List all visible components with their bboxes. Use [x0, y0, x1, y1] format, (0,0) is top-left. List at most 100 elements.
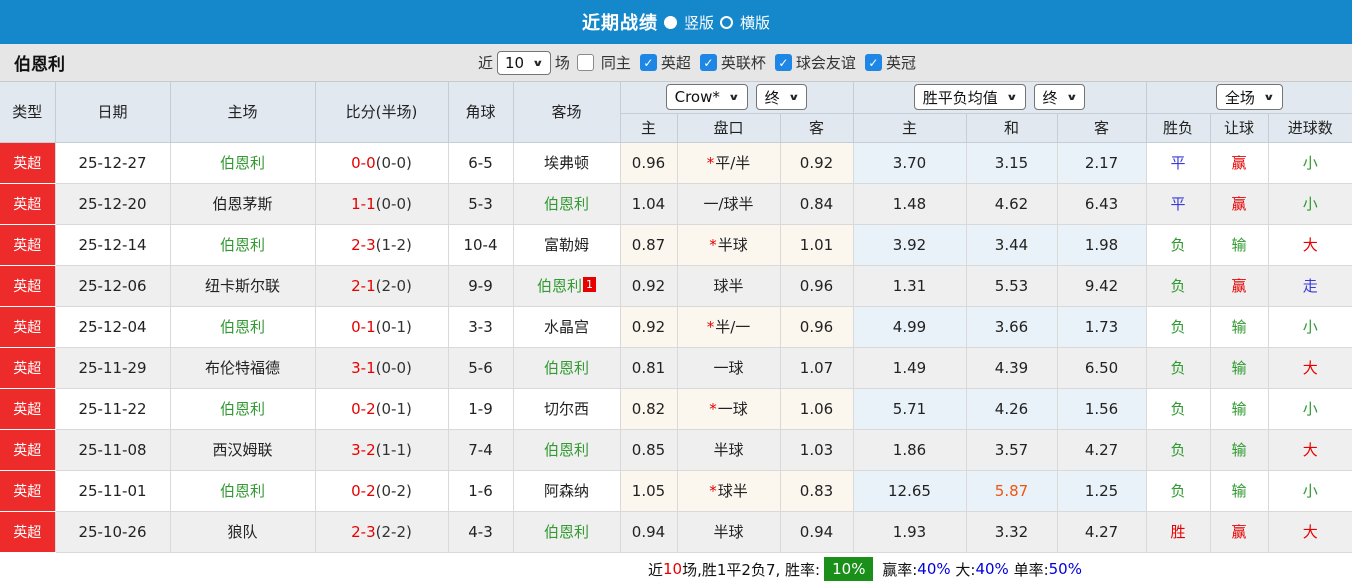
halftime-score: (0-1) [375, 317, 412, 336]
chevron-down-icon: ∨ [787, 92, 800, 103]
score-cell: 0-2(0-1) [314, 387, 449, 430]
league-checkbox-premier[interactable]: ✓ [639, 54, 657, 71]
away-team-name: 阿森纳 [543, 482, 589, 500]
handicap-result-cell: 输 [1209, 387, 1269, 430]
summary-record-text: 场,胜1平2负7, 胜率: [682, 560, 821, 579]
avg-draw-odds-cell: 3.57 [965, 428, 1058, 471]
away-odds-cell: 1.07 [779, 346, 854, 389]
home-odds-cell: 1.05 [619, 469, 678, 512]
odd-rate-value: 50% [1048, 560, 1082, 578]
radio-selected-icon [663, 15, 677, 29]
corners-cell: 4-3 [447, 510, 514, 553]
away-team-name: 伯恩利 [543, 441, 589, 459]
score-cell: 0-0(0-0) [314, 141, 449, 184]
match-date-cell: 25-12-06 [54, 264, 171, 307]
away-team-cell: 伯恩利 [512, 510, 621, 553]
avg-time-select[interactable]: 终 ∨ [1033, 84, 1086, 111]
result-cell: 负 [1145, 469, 1211, 512]
away-odds-cell: 0.84 [779, 182, 854, 225]
layout-option-horizontal[interactable]: 横版 [720, 12, 770, 33]
match-count-select[interactable]: 10 ∨ [497, 50, 551, 75]
home-team-cell: 狼队 [169, 510, 316, 553]
home-odds-cell: 0.87 [619, 223, 678, 266]
result-cell: 胜 [1145, 510, 1211, 553]
league-label-friendly: 球会友谊 [795, 54, 856, 72]
odds-time-select[interactable]: 终 ∨ [755, 84, 808, 111]
away-team-cell: 水晶宫 [512, 305, 621, 348]
league-label-premier: 英超 [660, 54, 691, 72]
league-type-cell: 英超 [0, 510, 56, 553]
score-cell: 2-3(2-2) [314, 510, 449, 553]
topbar: 近期战绩 竖版 横版 [0, 0, 1352, 44]
handicap-cell: 一球 [676, 346, 781, 389]
table-row: 英超 25-11-22 伯恩利 0-2(0-1) 1-9 切尔西 0.82 *一… [0, 387, 1352, 430]
avg-home-odds-cell: 4.99 [852, 305, 967, 348]
result-cell: 负 [1145, 387, 1211, 430]
bookmaker-select[interactable]: Crow* ∨ [665, 84, 748, 111]
goals-result-cell: 走 [1267, 264, 1352, 307]
matches-label: 场 [554, 54, 570, 72]
goals-result-cell: 大 [1267, 428, 1352, 471]
col-header-corners: 角球 [447, 82, 514, 143]
avg-odds-select[interactable]: 胜平负均值 ∨ [913, 84, 1026, 111]
subcol-odds-away: 客 [779, 112, 854, 143]
result-cell: 负 [1145, 346, 1211, 389]
match-date-cell: 25-12-14 [54, 223, 171, 266]
match-date-cell: 25-11-01 [54, 469, 171, 512]
team-rank-badge: 1 [583, 277, 596, 292]
halftime-score: (2-0) [375, 276, 412, 295]
corners-cell: 7-4 [447, 428, 514, 471]
scope-select[interactable]: 全场 ∨ [1215, 84, 1283, 111]
away-team-name: 伯恩利 [543, 359, 589, 377]
goals-result-cell: 小 [1267, 182, 1352, 225]
subcol-avg-away: 客 [1056, 112, 1147, 143]
away-odds-cell: 1.06 [779, 387, 854, 430]
avg-away-odds-cell: 9.42 [1056, 264, 1147, 307]
league-checkbox-friendly[interactable]: ✓ [774, 54, 792, 71]
fulltime-score: 2-3 [351, 235, 376, 254]
avg-away-odds-cell: 6.50 [1056, 346, 1147, 389]
away-team-name: 伯恩利 [536, 277, 582, 295]
match-count-value: 10 [505, 53, 525, 72]
handicap-cell: 球半 [676, 264, 781, 307]
avg-draw-odds-cell: 5.53 [965, 264, 1058, 307]
scope-dropdown-cell: 全场 ∨ [1145, 82, 1352, 114]
away-odds-cell: 0.92 [779, 141, 854, 184]
home-team-name: 狼队 [227, 523, 258, 541]
corners-cell: 10-4 [447, 223, 514, 266]
over-rate-label: 大: [950, 560, 976, 579]
home-odds-cell: 0.82 [619, 387, 678, 430]
avg-draw-odds-cell: 3.32 [965, 510, 1058, 553]
away-odds-cell: 0.96 [779, 264, 854, 307]
home-odds-cell: 0.85 [619, 428, 678, 471]
result-cell: 负 [1145, 264, 1211, 307]
halftime-score: (0-2) [375, 481, 412, 500]
handicap-name: 平/半 [715, 154, 751, 172]
team-name: 伯恩利 [14, 55, 65, 75]
goals-result-cell: 小 [1267, 387, 1352, 430]
league-type-cell: 英超 [0, 264, 56, 307]
league-type-cell: 英超 [0, 346, 56, 389]
layout-option-vertical[interactable]: 竖版 [663, 12, 714, 33]
avg-home-odds-cell: 1.93 [852, 510, 967, 553]
handicap-cell: *半/一 [676, 305, 781, 348]
away-team-cell: 富勒姆 [512, 223, 621, 266]
col-header-away: 客场 [512, 82, 621, 143]
avg-away-odds-cell: 1.73 [1056, 305, 1147, 348]
subcol-goals: 进球数 [1267, 112, 1352, 143]
same-home-checkbox[interactable] [576, 54, 594, 71]
fulltime-score: 2-1 [351, 276, 376, 295]
subcol-avg-draw: 和 [965, 112, 1058, 143]
handicap-result-cell: 输 [1209, 469, 1269, 512]
fulltime-score: 1-1 [351, 194, 376, 213]
home-team-cell: 纽卡斯尔联 [169, 264, 316, 307]
league-checkbox-championship[interactable]: ✓ [864, 54, 882, 71]
subcol-handicap: 盘口 [676, 112, 781, 143]
match-date-cell: 25-12-27 [54, 141, 171, 184]
home-team-name: 布伦特福德 [204, 359, 280, 377]
halftime-score: (1-2) [375, 235, 412, 254]
same-home-label: 同主 [600, 54, 631, 72]
avg-home-odds-cell: 12.65 [852, 469, 967, 512]
halftime-score: (0-1) [375, 399, 412, 418]
league-checkbox-efl-cup[interactable]: ✓ [699, 54, 717, 71]
